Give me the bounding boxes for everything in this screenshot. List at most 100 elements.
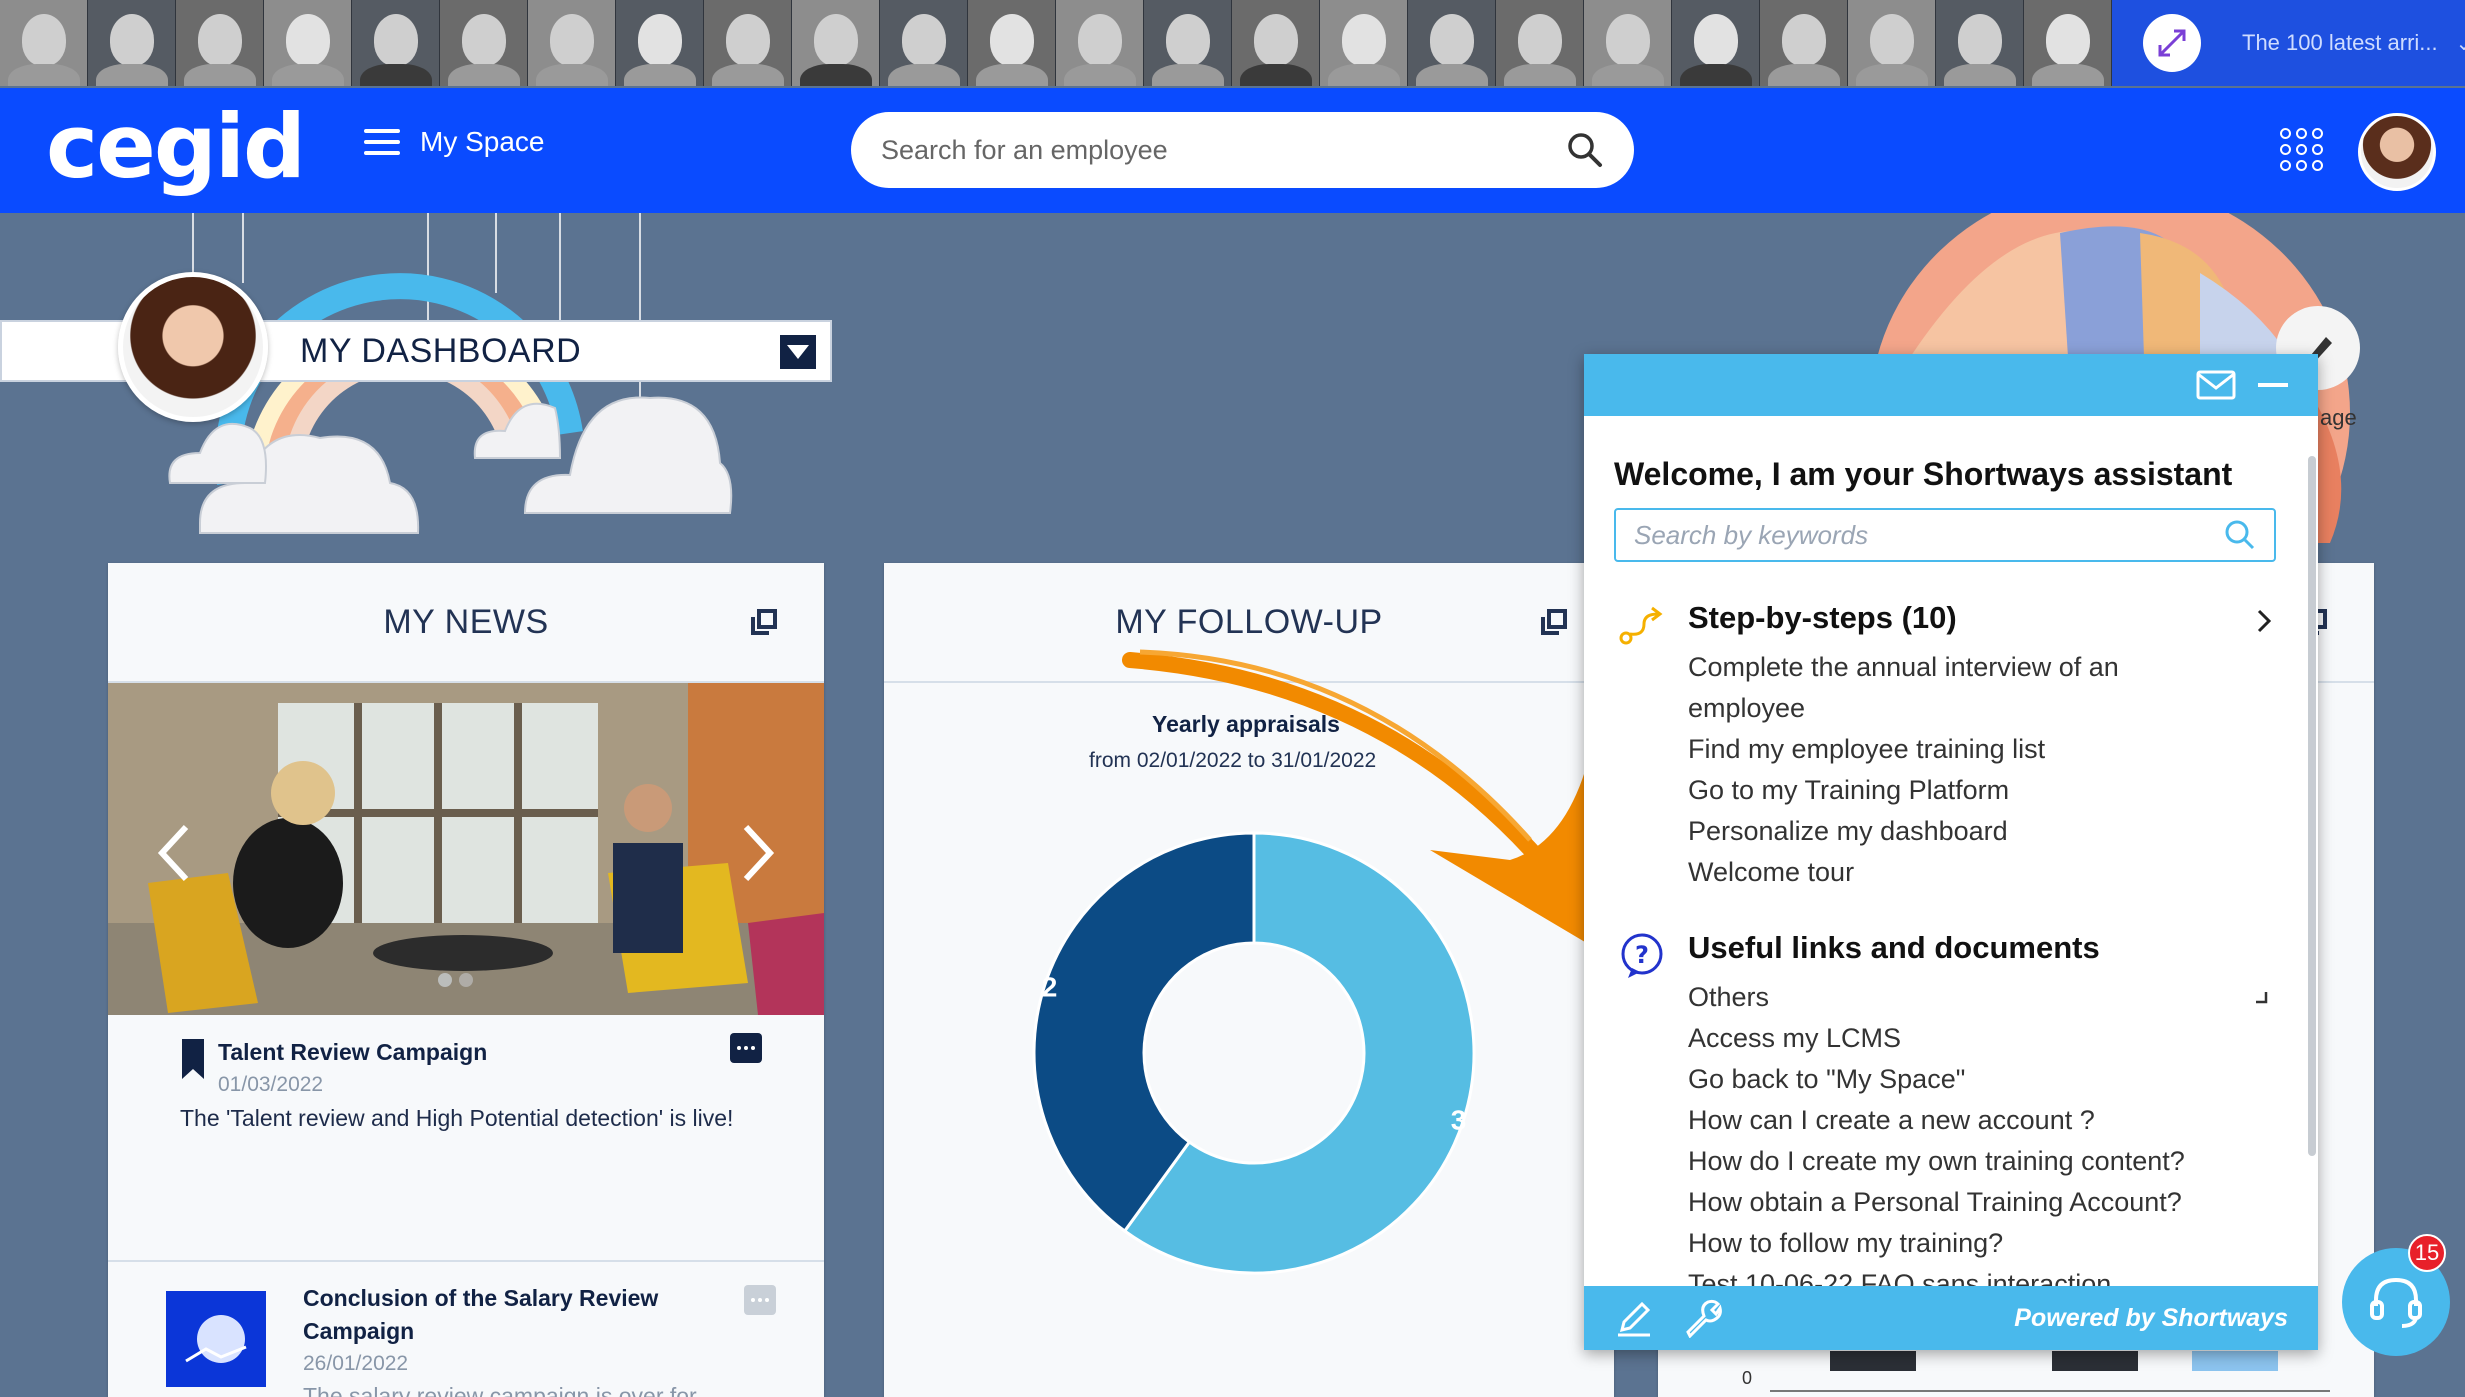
assistant-search-input[interactable] (1634, 519, 2224, 551)
assistant-body: Welcome, I am your Shortways assistant S… (1584, 416, 2318, 1286)
employee-photo[interactable] (1408, 0, 1496, 86)
employee-photo[interactable] (352, 0, 440, 86)
wrench-icon[interactable] (1682, 1298, 1722, 1338)
employee-photo[interactable] (1760, 0, 1848, 86)
employee-photo[interactable] (616, 0, 704, 86)
employee-photo[interactable] (1056, 0, 1144, 86)
employee-search-input[interactable] (881, 134, 1566, 166)
employee-photo[interactable] (176, 0, 264, 86)
my-news-title: MY NEWS (383, 602, 549, 641)
assistant-footer: Powered by Shortways (1584, 1286, 2318, 1350)
employee-photo[interactable] (1496, 0, 1584, 86)
news-item-title-cont[interactable]: Campaign (303, 1318, 414, 1345)
employee-photo[interactable] (1936, 0, 2024, 86)
bar-mark (2052, 1351, 2138, 1371)
useful-link[interactable]: How to follow my training? (1688, 1228, 2003, 1259)
news-more-button[interactable] (730, 1033, 762, 1063)
minimize-icon[interactable] (2258, 383, 2288, 387)
my-news-header: MY NEWS (108, 563, 824, 683)
employee-photo[interactable] (880, 0, 968, 86)
carousel-prev-icon[interactable] (156, 823, 192, 883)
useful-link[interactable]: How can I create a new account ? (1688, 1105, 2095, 1136)
assistant-titlebar (1584, 354, 2318, 416)
employee-photo[interactable] (528, 0, 616, 86)
news-more-button[interactable] (744, 1285, 776, 1315)
menu-label: My Space (420, 126, 545, 157)
expand-widget-icon[interactable] (749, 607, 779, 637)
latest-arrivals-label: The 100 latest arri... (2242, 30, 2438, 55)
chevron-right-icon[interactable] (2256, 608, 2272, 634)
employee-search (851, 112, 1634, 188)
new-arrivals-photos (0, 0, 2112, 86)
cegid-logo[interactable]: cegid (46, 92, 306, 202)
expand-widget-icon[interactable] (1539, 607, 1569, 637)
employee-photo[interactable] (88, 0, 176, 86)
employee-photo[interactable] (968, 0, 1056, 86)
carousel-dots[interactable] (436, 971, 496, 989)
employee-photo[interactable] (1584, 0, 1672, 86)
employee-photo[interactable] (792, 0, 880, 86)
user-avatar[interactable] (2358, 113, 2436, 191)
useful-link[interactable]: How do I create my own training content? (1688, 1146, 2185, 1177)
useful-link[interactable]: Test 10-06-22 FAQ sans interaction (1688, 1269, 2111, 1286)
carousel-next-icon[interactable] (740, 823, 776, 883)
mail-icon[interactable] (2196, 370, 2236, 400)
news-carousel-image[interactable] (108, 683, 824, 1015)
axis-line (1770, 1390, 2330, 1392)
bar-mark (2192, 1351, 2278, 1371)
new-arrivals-strip: The 100 latest arri... ⌄ (0, 0, 2465, 86)
step-link[interactable]: Go to my Training Platform (1688, 775, 2009, 806)
svg-text:?: ? (1635, 941, 1649, 969)
assistant-search (1614, 508, 2276, 562)
employee-photo[interactable] (0, 0, 88, 86)
pencil-icon[interactable] (1614, 1298, 1654, 1338)
step-link[interactable]: Personalize my dashboard (1688, 816, 2008, 847)
useful-link[interactable]: Go back to "My Space" (1688, 1064, 1965, 1095)
dashboard-title: MY DASHBOARD (300, 331, 582, 370)
employee-photo[interactable] (1672, 0, 1760, 86)
donut-slice-label: 3 (1451, 1104, 1467, 1135)
step-link-cont[interactable]: employee (1688, 693, 1805, 724)
assistant-welcome: Welcome, I am your Shortways assistant (1614, 456, 2233, 492)
my-space-menu-button[interactable]: My Space (364, 126, 545, 158)
news-item-text: The 'Talent review and High Potential de… (180, 1105, 734, 1131)
employee-photo[interactable] (2024, 0, 2112, 86)
meeting-photo (108, 683, 824, 1015)
employee-photo[interactable] (1848, 0, 1936, 86)
hamburger-icon (364, 129, 400, 155)
app-header: cegid My Space (0, 88, 2465, 213)
shortways-assistant-panel: Welcome, I am your Shortways assistant S… (1584, 354, 2318, 1350)
caret-down-icon (787, 345, 809, 359)
step-link[interactable]: Welcome tour (1688, 857, 1854, 888)
employee-photo[interactable] (1320, 0, 1408, 86)
employee-photo[interactable] (704, 0, 792, 86)
news-thumbnail[interactable] (166, 1291, 266, 1387)
employee-photo[interactable] (440, 0, 528, 86)
assistant-scrollbar[interactable] (2308, 456, 2316, 1156)
step-link[interactable]: Complete the annual interview of an (1688, 652, 2119, 683)
useful-link[interactable]: How obtain a Personal Training Account? (1688, 1187, 2182, 1218)
expand-strip-button[interactable] (2112, 0, 2232, 86)
links-section-title[interactable]: Useful links and documents (1688, 930, 2100, 966)
orange-pointer-arrow (1122, 649, 1595, 945)
dashboard-dropdown-button[interactable] (780, 335, 816, 369)
news-item-title[interactable]: Talent Review Campaign (218, 1039, 487, 1066)
employee-photo[interactable] (1144, 0, 1232, 86)
collapse-corner-icon[interactable] (2254, 990, 2268, 1004)
expand-arrows-icon (2158, 29, 2186, 57)
useful-link[interactable]: Access my LCMS (1688, 1023, 1901, 1054)
employee-photo[interactable] (264, 0, 352, 86)
step-link[interactable]: Find my employee training list (1688, 734, 2045, 765)
bar-mark (1830, 1351, 1916, 1371)
apps-grid-icon[interactable] (2280, 128, 2324, 172)
links-group-label[interactable]: Others (1688, 982, 1769, 1013)
search-icon[interactable] (2224, 519, 2256, 551)
employee-photo[interactable] (1232, 0, 1320, 86)
latest-arrivals-dropdown[interactable]: The 100 latest arri... ⌄ (2232, 0, 2465, 86)
steps-section-title[interactable]: Step-by-steps (10) (1688, 600, 1957, 636)
search-icon[interactable] (1566, 131, 1604, 169)
news-item-title[interactable]: Conclusion of the Salary Review (303, 1285, 658, 1312)
manage-label[interactable]: age (2320, 405, 2357, 431)
step-by-step-icon (1619, 606, 1663, 645)
news-item-date: 26/01/2022 (303, 1352, 409, 1375)
